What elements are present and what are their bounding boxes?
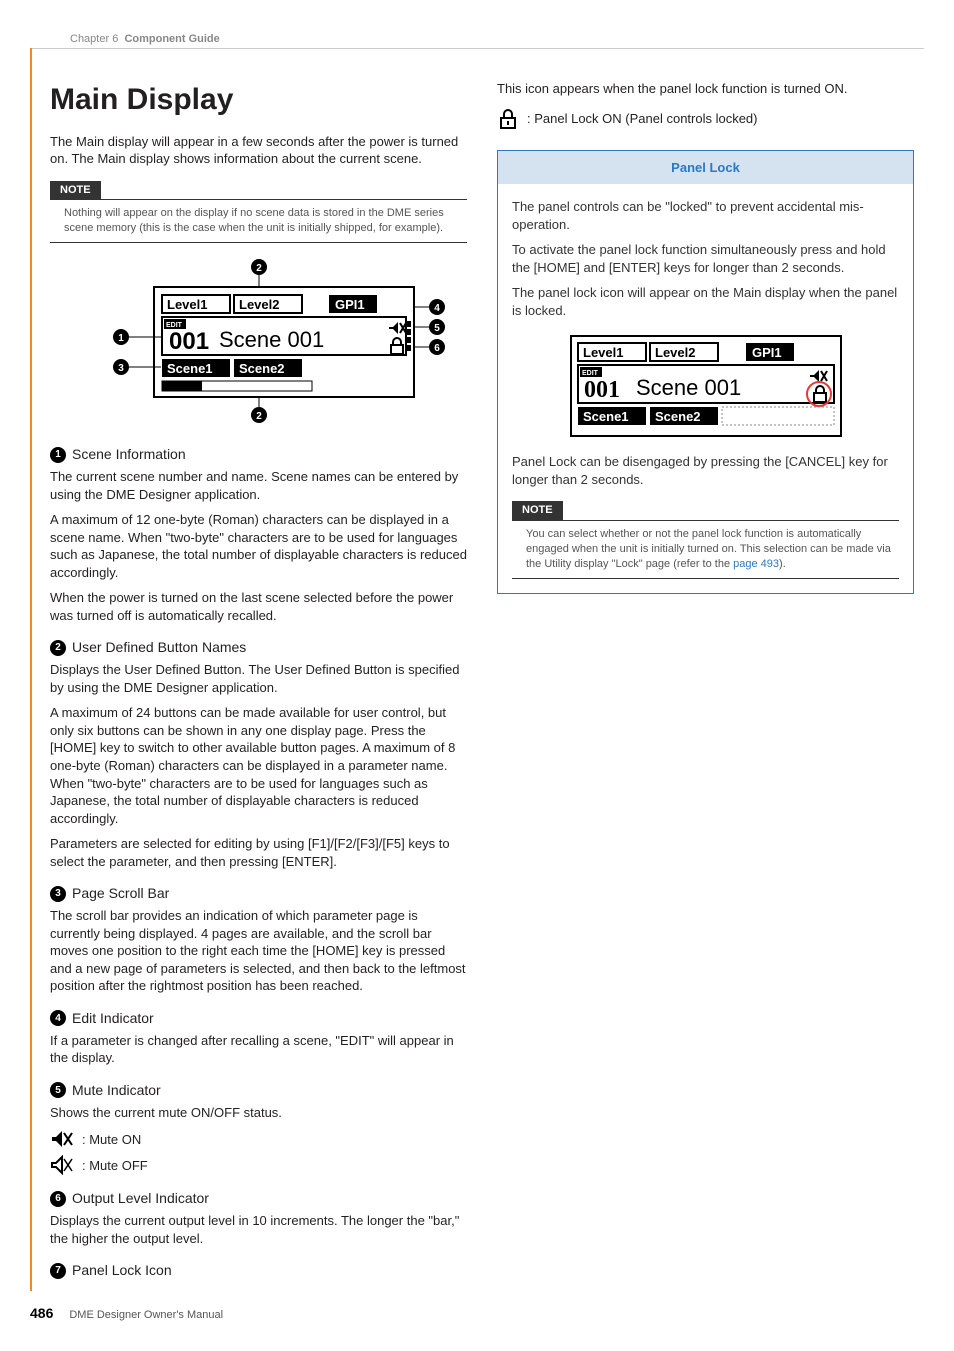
item-4-para-1: If a parameter is changed after recallin… (50, 1032, 467, 1067)
item-6-heading: 6 Output Level Indicator (50, 1189, 467, 1208)
lcd-diagram: 2 Level1 Level2 GPI1 EDIT 001 Scene 001 (69, 257, 449, 427)
svg-text:4: 4 (434, 303, 440, 314)
item-1-para-1: The current scene number and name. Scene… (50, 468, 467, 503)
panel-lock-text: : Panel Lock ON (Panel controls locked) (527, 110, 758, 128)
panel-lock-box: Panel Lock The panel controls can be "lo… (497, 150, 914, 594)
item-3-title: Page Scroll Bar (72, 884, 169, 903)
item-3-heading: 3 Page Scroll Bar (50, 884, 467, 903)
panel-lock-p3: The panel lock icon will appear on the M… (512, 284, 899, 319)
item-4-heading: 4 Edit Indicator (50, 1009, 467, 1028)
svg-text:Scene1: Scene1 (583, 409, 629, 424)
intro-text: The Main display will appear in a few se… (50, 133, 467, 168)
panel-lock-p2: To activate the panel lock function simu… (512, 241, 899, 276)
svg-text:6: 6 (434, 343, 440, 354)
svg-text:001: 001 (584, 377, 620, 403)
mute-on-icon (50, 1129, 74, 1149)
page-number: 486 (30, 1304, 53, 1323)
item-7-para-1: This icon appears when the panel lock fu… (497, 80, 914, 98)
note-body: Nothing will appear on the display if no… (50, 199, 467, 243)
footer: 486 DME Designer Owner's Manual (30, 1304, 924, 1323)
item-2-para-2: A maximum of 24 buttons can be made avai… (50, 704, 467, 827)
item-5-heading: 5 Mute Indicator (50, 1081, 467, 1100)
badge-7: 7 (50, 1263, 66, 1279)
mute-off-text: : Mute OFF (82, 1157, 148, 1175)
page-link[interactable]: page 493 (733, 558, 779, 570)
svg-text:Scene2: Scene2 (239, 361, 285, 376)
mute-off-icon (50, 1155, 74, 1175)
item-1-para-3: When the power is turned on the last sce… (50, 589, 467, 624)
mute-on-line: : Mute ON (50, 1129, 467, 1149)
item-1-para-2: A maximum of 12 one-byte (Roman) charact… (50, 511, 467, 581)
item-2-para-1: Displays the User Defined Button. The Us… (50, 661, 467, 696)
chapter-label: Chapter 6 (70, 33, 118, 45)
svg-text:5: 5 (434, 323, 440, 334)
svg-text:Scene 001: Scene 001 (219, 327, 324, 352)
item-3-para-1: The scroll bar provides an indication of… (50, 907, 467, 995)
panel-lock-line: : Panel Lock ON (Panel controls locked) (497, 108, 914, 130)
badge-3: 3 (50, 886, 66, 902)
panel-lock-note-post: ). (779, 558, 786, 570)
panel-lock-p1: The panel controls can be "locked" to pr… (512, 198, 899, 233)
chapter-title: Component Guide (124, 33, 219, 45)
mute-off-line: : Mute OFF (50, 1155, 467, 1175)
item-7-heading: 7 Panel Lock Icon (50, 1261, 467, 1280)
svg-text:3: 3 (118, 363, 124, 374)
svg-text:Scene 001: Scene 001 (636, 375, 741, 400)
page-title: Main Display (50, 80, 467, 121)
item-4-title: Edit Indicator (72, 1009, 154, 1028)
badge-1: 1 (50, 447, 66, 463)
svg-text:Level1: Level1 (583, 345, 623, 360)
svg-text:Level2: Level2 (239, 297, 279, 312)
panel-lock-lcd: Level1 Level2 GPI1 EDIT 001 Scene 001 Sc… (566, 331, 846, 441)
item-6-para-1: Displays the current output level in 10 … (50, 1212, 467, 1247)
item-2-title: User Defined Button Names (72, 638, 246, 657)
footer-text: DME Designer Owner's Manual (69, 1308, 223, 1323)
left-accent-bar (30, 48, 32, 1291)
svg-text:001: 001 (169, 328, 209, 355)
note-box: NOTE Nothing will appear on the display … (50, 180, 467, 244)
item-5-para-1: Shows the current mute ON/OFF status. (50, 1104, 467, 1122)
item-7-title: Panel Lock Icon (72, 1261, 172, 1280)
note-label: NOTE (50, 181, 101, 200)
badge-4: 4 (50, 1010, 66, 1026)
item-2-heading: 2 User Defined Button Names (50, 638, 467, 657)
item-1-heading: 1 Scene Information (50, 445, 467, 464)
item-1-title: Scene Information (72, 445, 186, 464)
panel-lock-p4: Panel Lock can be disengaged by pressing… (512, 453, 899, 488)
svg-text:2: 2 (256, 411, 262, 422)
breadcrumb: Chapter 6 Component Guide (70, 32, 220, 47)
panel-lock-note-body: You can select whether or not the panel … (512, 520, 899, 579)
badge-5: 5 (50, 1082, 66, 1098)
panel-lock-box-title: Panel Lock (498, 151, 913, 185)
svg-text:EDIT: EDIT (582, 370, 599, 377)
lock-icon (497, 108, 519, 130)
item-6-title: Output Level Indicator (72, 1189, 209, 1208)
svg-text:2: 2 (256, 263, 262, 274)
svg-text:GPI1: GPI1 (335, 297, 365, 312)
mute-on-text: : Mute ON (82, 1131, 141, 1149)
panel-lock-note-label: NOTE (512, 501, 563, 520)
header-rule (30, 48, 924, 49)
svg-text:GPI1: GPI1 (752, 345, 782, 360)
svg-text:1: 1 (118, 333, 124, 344)
badge-2: 2 (50, 640, 66, 656)
panel-lock-note-pre: You can select whether or not the panel … (526, 528, 891, 570)
panel-lock-note: NOTE You can select whether or not the p… (512, 500, 899, 578)
item-2-para-3: Parameters are selected for editing by u… (50, 835, 467, 870)
item-5-title: Mute Indicator (72, 1081, 161, 1100)
svg-text:Level1: Level1 (167, 297, 207, 312)
svg-text:Level2: Level2 (655, 345, 695, 360)
svg-text:Scene1: Scene1 (167, 361, 213, 376)
svg-text:Scene2: Scene2 (655, 409, 701, 424)
badge-6: 6 (50, 1191, 66, 1207)
